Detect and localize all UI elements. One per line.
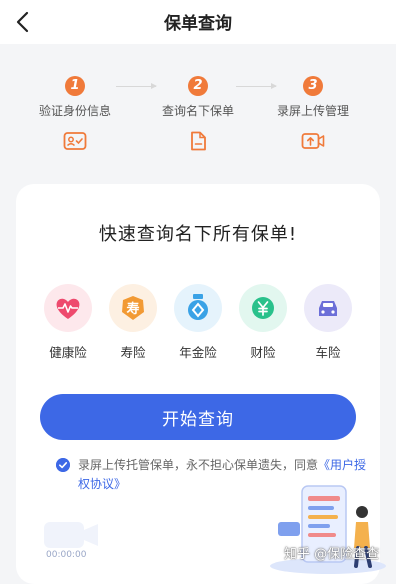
step-label: 验证身份信息: [38, 104, 111, 118]
steps-progress: 1 验证身份信息 2 查询名下保单 3 录屏上传管理: [0, 76, 396, 156]
step-2: 2 查询名下保单: [143, 76, 253, 155]
type-property: 财险: [231, 284, 295, 361]
step-number: 1: [65, 76, 85, 96]
document-icon: [191, 131, 206, 151]
longevity-icon: 寿: [109, 284, 157, 332]
type-label: 寿险: [120, 345, 146, 360]
agreement-body: 录屏上传托管保单，永不担心保单遗失，同意: [78, 458, 319, 472]
step-label: 录屏上传管理: [276, 104, 349, 118]
svg-text:寿: 寿: [126, 301, 139, 317]
type-health: 健康险: [36, 284, 100, 361]
type-annuity: 年金险: [166, 284, 230, 361]
step-number: 3: [303, 76, 323, 96]
start-query-button[interactable]: 开始查询: [40, 394, 356, 440]
step-number: 2: [188, 76, 208, 96]
medal-icon: [174, 284, 222, 332]
type-label: 年金险: [179, 345, 217, 360]
type-label: 健康险: [49, 345, 87, 360]
type-label: 车险: [315, 345, 341, 360]
step-label: 查询名下保单: [161, 104, 234, 118]
type-life: 寿 寿险: [101, 284, 165, 361]
step-3: 3 录屏上传管理: [258, 76, 368, 155]
type-car: 车险: [296, 284, 360, 361]
upload-video-icon: [301, 133, 325, 149]
page-title: 保单查询: [164, 14, 232, 34]
card-title: 快速查询名下所有保单!: [98, 224, 298, 245]
watermark: 知乎 @保险查查: [284, 547, 380, 562]
nav-bar: 保单查询: [0, 0, 396, 44]
heart-pulse-icon: [44, 284, 92, 332]
checkbox-checked-icon[interactable]: [56, 458, 70, 472]
type-label: 财险: [250, 345, 276, 360]
recording-time: 00:00:00: [46, 550, 87, 560]
car-icon: [304, 284, 352, 332]
id-card-check-icon: [63, 132, 87, 150]
step-1: 1 验证身份信息: [20, 76, 130, 155]
insurance-types: 健康险 寿 寿险 年金险 财险 车险: [36, 284, 360, 364]
yen-icon: [239, 284, 287, 332]
